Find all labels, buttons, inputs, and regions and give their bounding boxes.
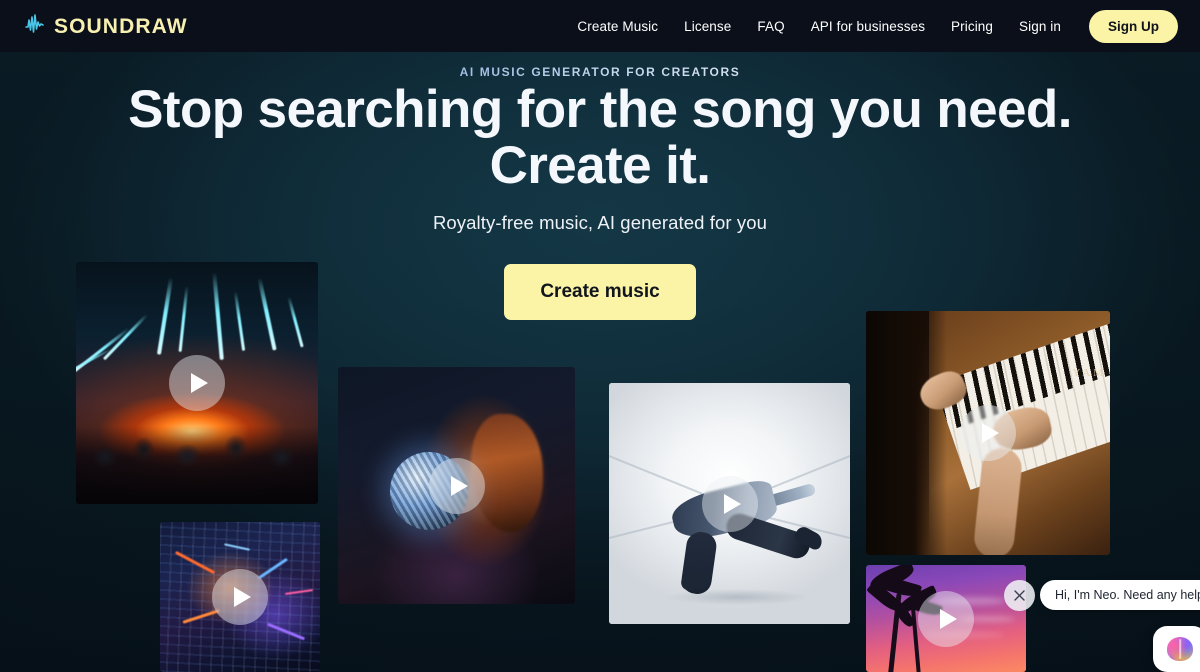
create-music-button[interactable]: Create music xyxy=(504,264,696,320)
video-card-sunset[interactable] xyxy=(866,565,1026,672)
piano-shadow xyxy=(866,311,947,555)
play-icon[interactable] xyxy=(212,569,268,625)
close-icon xyxy=(1013,589,1026,602)
piano-brand-label: YAM xyxy=(1072,367,1106,380)
headline-line-2: Create it. xyxy=(489,136,711,195)
hero-section: AI MUSIC GENERATOR FOR CREATORS Stop sea… xyxy=(0,52,1200,672)
play-icon[interactable] xyxy=(169,355,225,411)
headline-line-1: Stop searching for the song you need. xyxy=(128,80,1072,139)
nav-license[interactable]: License xyxy=(684,19,731,34)
video-card-disco[interactable] xyxy=(338,367,575,604)
nav-api-for-businesses[interactable]: API for businesses xyxy=(811,19,925,34)
logo-text: SOUNDRAW xyxy=(54,14,188,38)
nav-sign-in[interactable]: Sign in xyxy=(1019,19,1061,34)
page-title: Stop searching for the song you need. Cr… xyxy=(0,82,1200,194)
hero-subtitle: Royalty-free music, AI generated for you xyxy=(432,212,768,233)
nav-pricing[interactable]: Pricing xyxy=(951,19,993,34)
nav-faq[interactable]: FAQ xyxy=(757,19,784,34)
play-icon[interactable] xyxy=(428,457,485,514)
site-header: SOUNDRAW Create Music License FAQ API fo… xyxy=(0,0,1200,52)
crowd-silhouettes xyxy=(76,426,318,504)
play-icon[interactable] xyxy=(918,590,974,647)
soundraw-logo[interactable]: SOUNDRAW xyxy=(24,13,188,40)
sign-up-button[interactable]: Sign Up xyxy=(1089,9,1178,43)
video-card-dancer[interactable] xyxy=(609,383,850,624)
play-icon[interactable] xyxy=(960,405,1016,461)
nav-create-music[interactable]: Create Music xyxy=(577,19,658,34)
hero-eyebrow: AI MUSIC GENERATOR FOR CREATORS xyxy=(0,65,1200,79)
video-card-city[interactable] xyxy=(160,522,320,672)
chat-launcher-button[interactable] xyxy=(1153,626,1200,672)
video-card-concert[interactable] xyxy=(76,262,318,504)
chat-greeting-bubble[interactable]: Hi, I'm Neo. Need any help? xyxy=(1040,580,1200,610)
waveform-logo-mark-icon xyxy=(24,13,52,40)
brain-icon xyxy=(1167,637,1193,661)
play-icon[interactable] xyxy=(701,475,758,532)
soundraw-landing-page: SOUNDRAW Create Music License FAQ API fo… xyxy=(0,0,1200,672)
video-card-piano[interactable]: YAM xyxy=(866,311,1110,555)
chat-greeting-text: Hi, I'm Neo. Need any help? xyxy=(1055,588,1200,602)
chat-close-button[interactable] xyxy=(1004,580,1035,611)
main-navigation: Create Music License FAQ API for busines… xyxy=(577,9,1178,43)
